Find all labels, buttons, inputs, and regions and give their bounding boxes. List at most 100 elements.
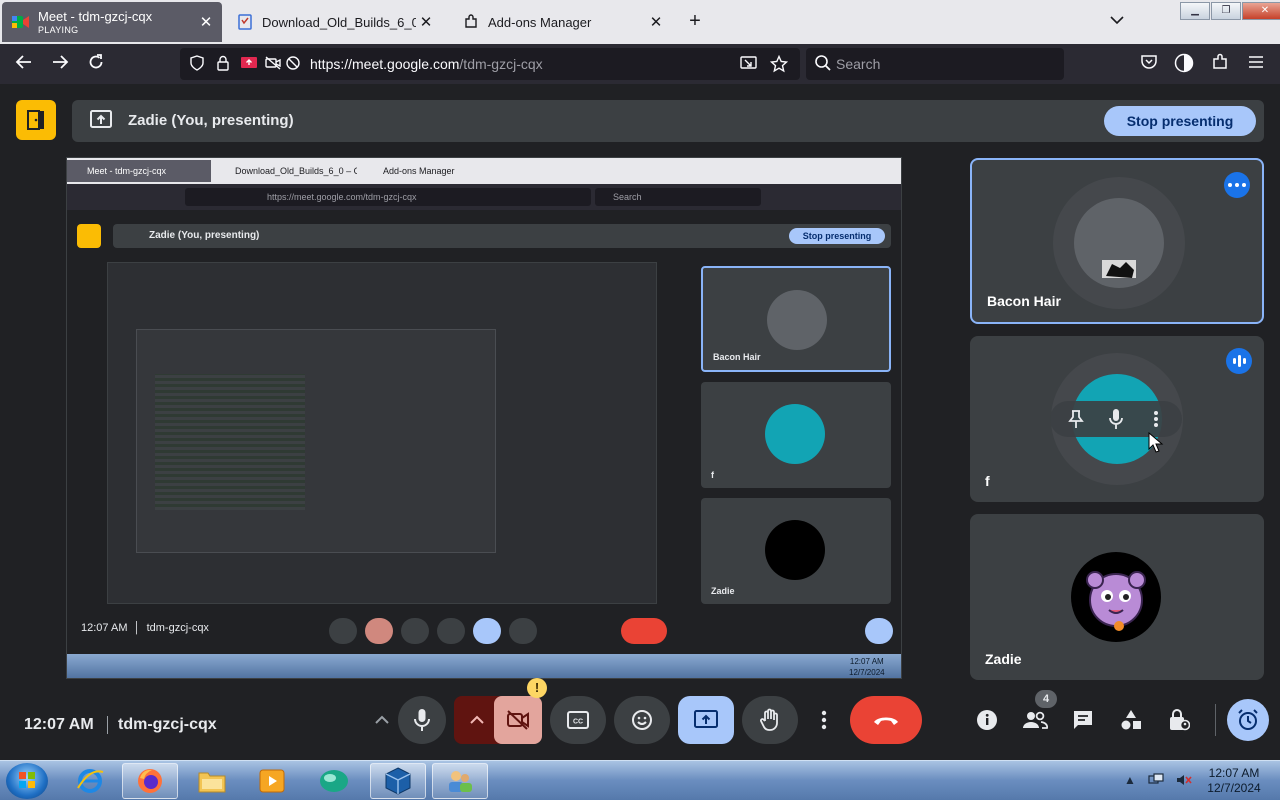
shared-logo — [77, 224, 101, 248]
tab-addons-manager[interactable]: Add-ons Manager ✕ — [452, 2, 672, 42]
puzzle-piece-icon — [462, 13, 480, 31]
microphone-icon — [414, 709, 430, 731]
more-options-button[interactable] — [806, 696, 842, 744]
timer-button[interactable] — [1227, 699, 1269, 741]
file-explorer-taskbar-icon[interactable] — [184, 763, 240, 799]
media-player-taskbar-icon[interactable] — [244, 763, 300, 799]
control-divider — [1215, 704, 1216, 736]
more-options-button[interactable] — [1224, 172, 1250, 198]
tracking-shield-icon[interactable] — [188, 55, 206, 73]
restore-window-icon[interactable]: ❐ — [1211, 2, 1241, 20]
vpn-globe-taskbar-icon[interactable] — [306, 763, 362, 799]
network-icon[interactable] — [1148, 773, 1164, 790]
search-box[interactable]: Search — [806, 48, 1064, 80]
participant-tile-bacon-hair[interactable]: Bacon Hair — [970, 158, 1264, 324]
present-now-button[interactable] — [678, 696, 734, 744]
camera-off-button[interactable] — [494, 696, 542, 744]
shared-tab-addons: Add-ons Manager — [383, 166, 455, 176]
browser-tab-strip: Meet - tdm-gzcj-cqx PLAYING ✕ Download_O… — [0, 0, 1280, 44]
taskbar-date: 12/7/2024 — [1207, 781, 1261, 795]
meeting-details-button[interactable] — [967, 700, 1007, 740]
shared-screen-preview: Meet - tdm-gzcj-cqx Download_Old_Builds_… — [66, 157, 902, 679]
shared-tab-download: Download_Old_Builds_6_0 – Or — [235, 166, 357, 176]
back-arrow-icon[interactable] — [13, 53, 35, 75]
virtualbox-taskbar-icon[interactable] — [370, 763, 426, 799]
raise-hand-icon — [760, 708, 778, 731]
lock-icon[interactable] — [214, 55, 232, 73]
extensions-puzzle-icon[interactable] — [1209, 53, 1231, 75]
activities-button[interactable] — [1111, 700, 1151, 740]
shared-windows-taskbar: 12:07 AM 12/7/2024 — [67, 654, 901, 678]
tab-close-icon[interactable]: ✕ — [646, 13, 666, 31]
shared-nav-bar: https://meet.google.com/tdm-gzcj-cqx Sea… — [67, 184, 901, 210]
microphone-blocked-icon[interactable] — [284, 55, 302, 73]
hamburger-menu-icon[interactable] — [1245, 53, 1267, 75]
shared-meeting-code: tdm-gzcj-cqx — [146, 622, 209, 634]
shared-avatar — [767, 290, 827, 350]
new-tab-plus-icon[interactable]: + — [684, 10, 706, 33]
participant-name: Bacon Hair — [987, 293, 1061, 309]
leave-call-button[interactable] — [850, 696, 922, 744]
shared-nested-screen-3 — [155, 374, 305, 510]
shared-presenting-label: Zadie (You, presenting) — [149, 230, 260, 241]
shared-nested-screen-2 — [136, 329, 496, 553]
show-hidden-icons-icon[interactable]: ▲ — [1124, 773, 1136, 790]
tab-close-icon[interactable]: ✕ — [196, 13, 216, 31]
window-controls: ▁ ❐ ✕ — [1180, 2, 1280, 20]
present-screen-icon — [694, 710, 718, 728]
forward-arrow-icon[interactable] — [49, 53, 71, 75]
tab-close-icon[interactable]: ✕ — [416, 13, 436, 31]
tab-download-builds[interactable]: Download_Old_Builds_6_0 – Ora ✕ — [226, 2, 442, 42]
more-vert-icon — [821, 710, 827, 730]
more-vert-icon[interactable] — [1144, 407, 1168, 431]
raise-hand-button[interactable] — [742, 696, 798, 744]
users-taskbar-icon[interactable] — [432, 763, 488, 799]
shared-stop-button: Stop presenting — [789, 228, 885, 244]
volume-muted-icon[interactable] — [1176, 773, 1192, 790]
participant-tile-f[interactable]: f — [970, 336, 1264, 502]
tab-meet-playing-label: PLAYING — [38, 25, 79, 35]
picture-in-picture-icon[interactable] — [740, 55, 758, 73]
stop-presenting-button[interactable]: Stop presenting — [1104, 106, 1256, 136]
shared-ctrl-button — [509, 618, 537, 644]
shared-nested-screen — [107, 262, 657, 604]
shared-tile-f: f — [701, 382, 891, 488]
tab-meet[interactable]: Meet - tdm-gzcj-cqx PLAYING ✕ — [2, 2, 222, 42]
bookmark-star-icon[interactable] — [769, 54, 789, 73]
reactions-button[interactable] — [614, 696, 670, 744]
captions-button[interactable]: CC — [550, 696, 606, 744]
chat-button[interactable] — [1063, 700, 1103, 740]
shared-control-bar: 12:07 AM │ tdm-gzcj-cqx — [67, 610, 901, 650]
microphone-button[interactable] — [398, 696, 446, 744]
camera-blocked-icon[interactable] — [264, 55, 282, 73]
minimize-window-icon[interactable]: ▁ — [1180, 2, 1210, 20]
mute-participant-mic-icon[interactable] — [1104, 407, 1128, 431]
account-icon[interactable] — [1173, 53, 1195, 75]
shared-ctrl-button — [401, 618, 429, 644]
pocket-icon[interactable] — [1138, 53, 1160, 75]
shared-ctrl-button — [473, 618, 501, 644]
close-window-icon[interactable]: ✕ — [1242, 2, 1280, 20]
participant-tile-zadie[interactable]: Zadie — [970, 514, 1264, 680]
shared-ctrl-button — [437, 618, 465, 644]
screen-sharing-indicator-icon[interactable] — [240, 55, 258, 73]
shared-ctrl-button — [365, 618, 393, 644]
reload-icon[interactable] — [85, 53, 107, 75]
windows-start-button[interactable] — [6, 763, 48, 799]
firefox-taskbar-icon[interactable] — [122, 763, 178, 799]
url-bar[interactable]: https://meet.google.com/tdm-gzcj-cqx — [180, 48, 800, 80]
pin-icon[interactable] — [1064, 407, 1088, 431]
participant-name: Zadie — [985, 651, 1022, 667]
meet-companion-logo[interactable] — [16, 100, 56, 140]
list-all-tabs-chevron-icon[interactable] — [1110, 12, 1124, 28]
internet-explorer-taskbar-icon[interactable] — [62, 763, 118, 799]
cartoon-character-icon — [1086, 571, 1146, 631]
host-controls-button[interactable] — [1159, 700, 1199, 740]
taskbar-clock[interactable]: 12:07 AM 12/7/2024 — [1196, 766, 1272, 796]
avatar — [1074, 198, 1164, 288]
audio-options-button[interactable] — [362, 696, 402, 744]
shared-tab-meet: Meet - tdm-gzcj-cqx — [67, 160, 211, 182]
shared-tile-name: f — [711, 470, 714, 480]
meet-favicon-icon — [12, 13, 30, 31]
meeting-clock: 12:07 AM — [24, 716, 94, 733]
